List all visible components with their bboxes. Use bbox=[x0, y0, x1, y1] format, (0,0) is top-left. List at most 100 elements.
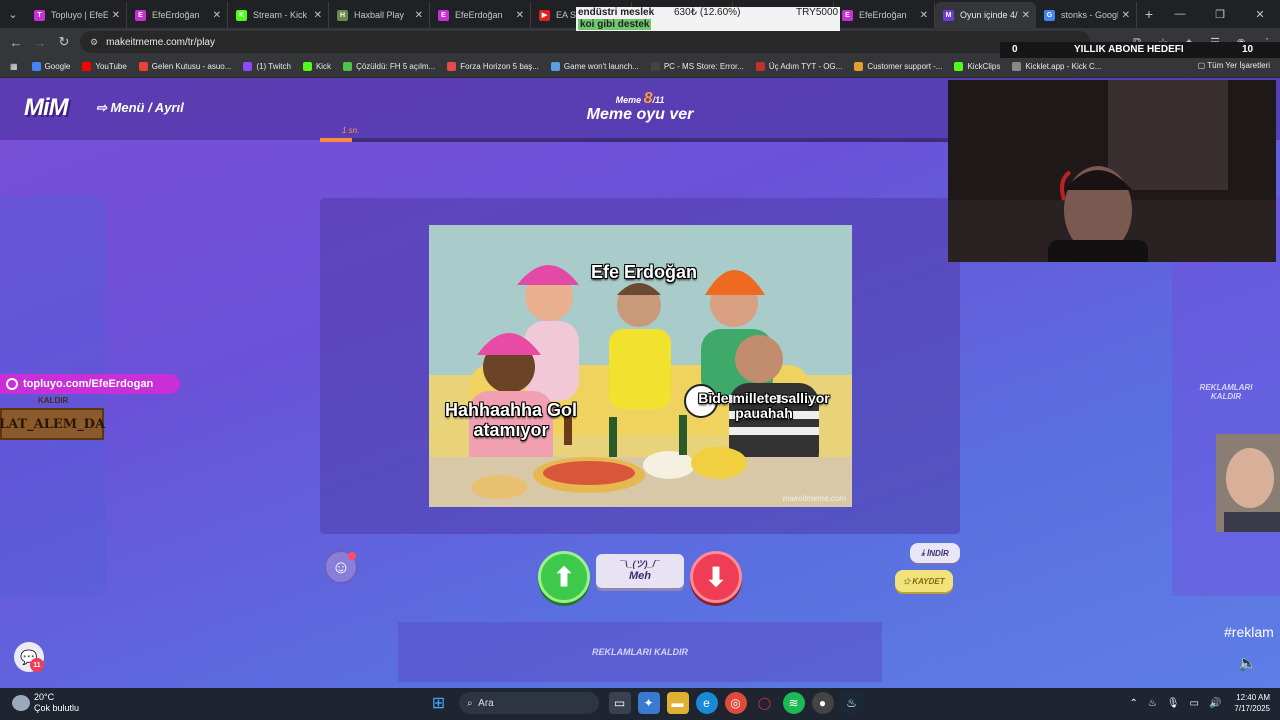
clock-date: 7/17/2025 bbox=[1234, 704, 1270, 713]
topluyo-icon bbox=[6, 378, 18, 390]
bookmark-item[interactable]: (1) Twitch bbox=[243, 62, 291, 71]
spotify-icon[interactable]: ≋ bbox=[782, 692, 805, 714]
reload-icon[interactable]: ↻ bbox=[52, 34, 76, 50]
browser-tab[interactable]: E EfeErdoğan ✕ bbox=[834, 2, 935, 28]
weather-widget[interactable]: 20°C Çok bulutlu bbox=[12, 692, 79, 714]
bookmark-item[interactable]: Kicklet.app - Kick C... bbox=[1012, 62, 1101, 71]
meh-label: Meh bbox=[629, 570, 651, 582]
tab-close-icon[interactable]: ✕ bbox=[415, 10, 423, 21]
meme-image: Efe Erdoğan Hahhaahha Gol atamıyor Bide … bbox=[429, 225, 852, 507]
tab-close-icon[interactable]: ✕ bbox=[516, 10, 524, 21]
maximize-icon[interactable]: ❐ bbox=[1200, 8, 1240, 21]
bookmark-item[interactable]: Kick bbox=[302, 62, 331, 71]
copilot-icon[interactable]: ✦ bbox=[637, 692, 660, 714]
tab-close-icon[interactable]: ✕ bbox=[1122, 10, 1130, 21]
edge-icon[interactable]: e bbox=[695, 692, 718, 714]
steam-icon[interactable]: ♨ bbox=[840, 692, 863, 714]
url-omnibox[interactable]: ⚙ makeitmeme.com/tr/play bbox=[80, 31, 1090, 53]
bookmark-item[interactable]: Google bbox=[31, 62, 70, 71]
windows-start-icon[interactable]: ⊞ bbox=[428, 692, 450, 714]
bookmark-item[interactable]: Game won't launch... bbox=[550, 62, 639, 71]
tab-close-icon[interactable]: ✕ bbox=[112, 10, 120, 21]
tab-close-icon[interactable]: ✕ bbox=[1022, 10, 1030, 21]
tab-search-icon[interactable]: ⌄ bbox=[0, 0, 26, 28]
bookmark-item[interactable]: Customer support -... bbox=[854, 62, 942, 71]
volume-icon[interactable]: 🔊 bbox=[1209, 698, 1221, 709]
upvote-button[interactable]: ⬆ bbox=[538, 551, 590, 603]
price-ticker-overlay: endüstri meslek 630₺ (12.60%) TRY5000 ko… bbox=[576, 7, 840, 31]
game-page: MiM ⇨ Menü / Ayrıl Meme 8/11 Meme oyu ve… bbox=[0, 78, 1280, 688]
tab-favicon-icon: ▶ bbox=[539, 9, 550, 21]
tab-close-icon[interactable]: ✕ bbox=[213, 10, 221, 21]
speaker-icon[interactable]: 🔈 bbox=[1238, 654, 1257, 672]
tab-close-icon[interactable]: ✕ bbox=[314, 10, 322, 21]
tab-title: Oyun içinde 4/11 bbox=[960, 10, 1018, 20]
browser-tab[interactable]: E EfeErdoğan ✕ bbox=[127, 2, 228, 28]
tab-favicon-icon: M bbox=[943, 9, 954, 21]
tray-chevron-icon[interactable]: ⌃ bbox=[1129, 698, 1137, 709]
bookmark-favicon-icon bbox=[447, 62, 457, 71]
file-explorer-icon[interactable]: ▬ bbox=[666, 692, 689, 714]
downvote-button[interactable]: ⬇ bbox=[690, 551, 742, 603]
bookmark-label: Kicklet.app - Kick C... bbox=[1025, 62, 1102, 71]
meh-kaomoji: ¯\_(ツ)_/¯ bbox=[620, 559, 660, 569]
new-tab-button[interactable]: + bbox=[1137, 6, 1161, 22]
bookmark-item[interactable]: Çözüldü: FH 5 açılm... bbox=[343, 62, 435, 71]
taskbar-search[interactable]: ⌕ Ara bbox=[459, 692, 599, 714]
download-button[interactable]: ⤓ İNDİR bbox=[910, 543, 960, 563]
windows-taskbar: 20°C Çok bulutlu ⊞ ⌕ Ara ▭ ✦ ▬ e ◎ ◯ ≋ ●… bbox=[0, 688, 1280, 720]
star-icon: ✩ bbox=[903, 576, 913, 586]
bookmark-item[interactable]: Üç Adım TYT - OG... bbox=[755, 62, 842, 71]
browser-tab[interactable]: Gstonks - Google ✕ bbox=[1036, 2, 1137, 28]
weather-temp: 20°C bbox=[34, 692, 55, 702]
close-window-icon[interactable]: ✕ bbox=[1240, 8, 1280, 21]
site-info-icon[interactable]: ⚙ bbox=[90, 37, 98, 48]
apps-grid-icon[interactable]: ▦ bbox=[10, 62, 18, 71]
reaction-emoji-button[interactable]: ☺ bbox=[324, 550, 358, 584]
bookmark-label: Çözüldü: FH 5 açılm... bbox=[356, 62, 436, 71]
bookmark-item[interactable]: Forza Horizon 5 baş... bbox=[447, 62, 539, 71]
sub-goal-label: YILLIK ABONE HEDEFI bbox=[1074, 44, 1184, 55]
mim-logo[interactable]: MiM bbox=[24, 94, 69, 122]
back-icon[interactable]: ← bbox=[4, 35, 28, 50]
tab-title: EfeErdoğan bbox=[455, 10, 503, 20]
meh-button[interactable]: ¯\_(ツ)_/¯ Meh bbox=[596, 554, 684, 588]
network-icon[interactable]: ▭ bbox=[1190, 698, 1199, 709]
ticker-line1: endüstri meslek bbox=[578, 7, 655, 18]
browser-tab[interactable]: T Topluyo | EfeErdoğan ✕ bbox=[26, 2, 127, 28]
meme-watermark: makeitmeme.com bbox=[782, 494, 846, 503]
bookmark-list: Google YouTube Gelen Kutusu - asuo... (1) T… bbox=[31, 62, 1114, 71]
browser-tab[interactable]: H Haxball Play ✕ bbox=[329, 2, 430, 28]
chrome-icon[interactable]: ◎ bbox=[724, 692, 747, 714]
browser-tab[interactable]: K Stream - Kick Dashboard ✕ bbox=[228, 2, 329, 28]
meme-caption-right: Bide millete salliyor pauahah bbox=[698, 390, 830, 422]
url-text[interactable]: makeitmeme.com/tr/play bbox=[106, 37, 215, 48]
obs-icon[interactable]: ● bbox=[811, 692, 834, 714]
bookmark-item[interactable]: KickClips bbox=[954, 62, 1000, 71]
clock-time: 12:40 AM bbox=[1236, 693, 1270, 702]
bookmarks-bar: ▦ Google YouTube Gelen Kutusu - asuo... (1)… bbox=[0, 56, 1280, 78]
all-bookmarks[interactable]: ▢ Tüm Yer İşaretleri bbox=[1198, 61, 1270, 70]
browser-tab[interactable]: E EfeErdoğan ✕ bbox=[430, 2, 531, 28]
browser-tab[interactable]: M Oyun içinde 4/11 ✕ bbox=[935, 2, 1036, 28]
remove-ads-bottom[interactable]: REKLAMLARI KALDIR bbox=[398, 622, 882, 682]
round-title: Meme oyu ver bbox=[586, 106, 694, 123]
system-clock[interactable]: 12:40 AM 7/17/2025 bbox=[1234, 692, 1270, 714]
forward-icon[interactable]: → bbox=[28, 35, 52, 50]
task-view-icon[interactable]: ▭ bbox=[608, 692, 631, 714]
opera-icon[interactable]: ◯ bbox=[754, 692, 776, 714]
bookmark-item[interactable]: Gelen Kutusu - asuo... bbox=[138, 62, 231, 71]
minimize-icon[interactable]: — bbox=[1160, 8, 1200, 20]
bookmark-item[interactable]: PC - MS Store: Error... bbox=[650, 62, 744, 71]
bookmark-item[interactable]: YouTube bbox=[82, 62, 127, 71]
tab-close-icon[interactable]: ✕ bbox=[920, 10, 928, 21]
tab-title: Topluyo | EfeErdoğan bbox=[51, 10, 108, 20]
save-button[interactable]: ✩ KAYDET bbox=[895, 570, 953, 592]
microphone-icon[interactable]: 🎙 bbox=[1167, 698, 1180, 709]
tray-steam-icon[interactable]: ♨ bbox=[1148, 698, 1157, 709]
sign-small-text: KALDIR bbox=[38, 396, 69, 405]
remove-ads-right[interactable]: REKLAMLARI KALDIR bbox=[1190, 383, 1262, 401]
tab-title: Haxball Play bbox=[354, 10, 405, 20]
tab-favicon-icon: T bbox=[34, 9, 45, 21]
menu-leave-link[interactable]: ⇨ Menü / Ayrıl bbox=[96, 100, 184, 116]
